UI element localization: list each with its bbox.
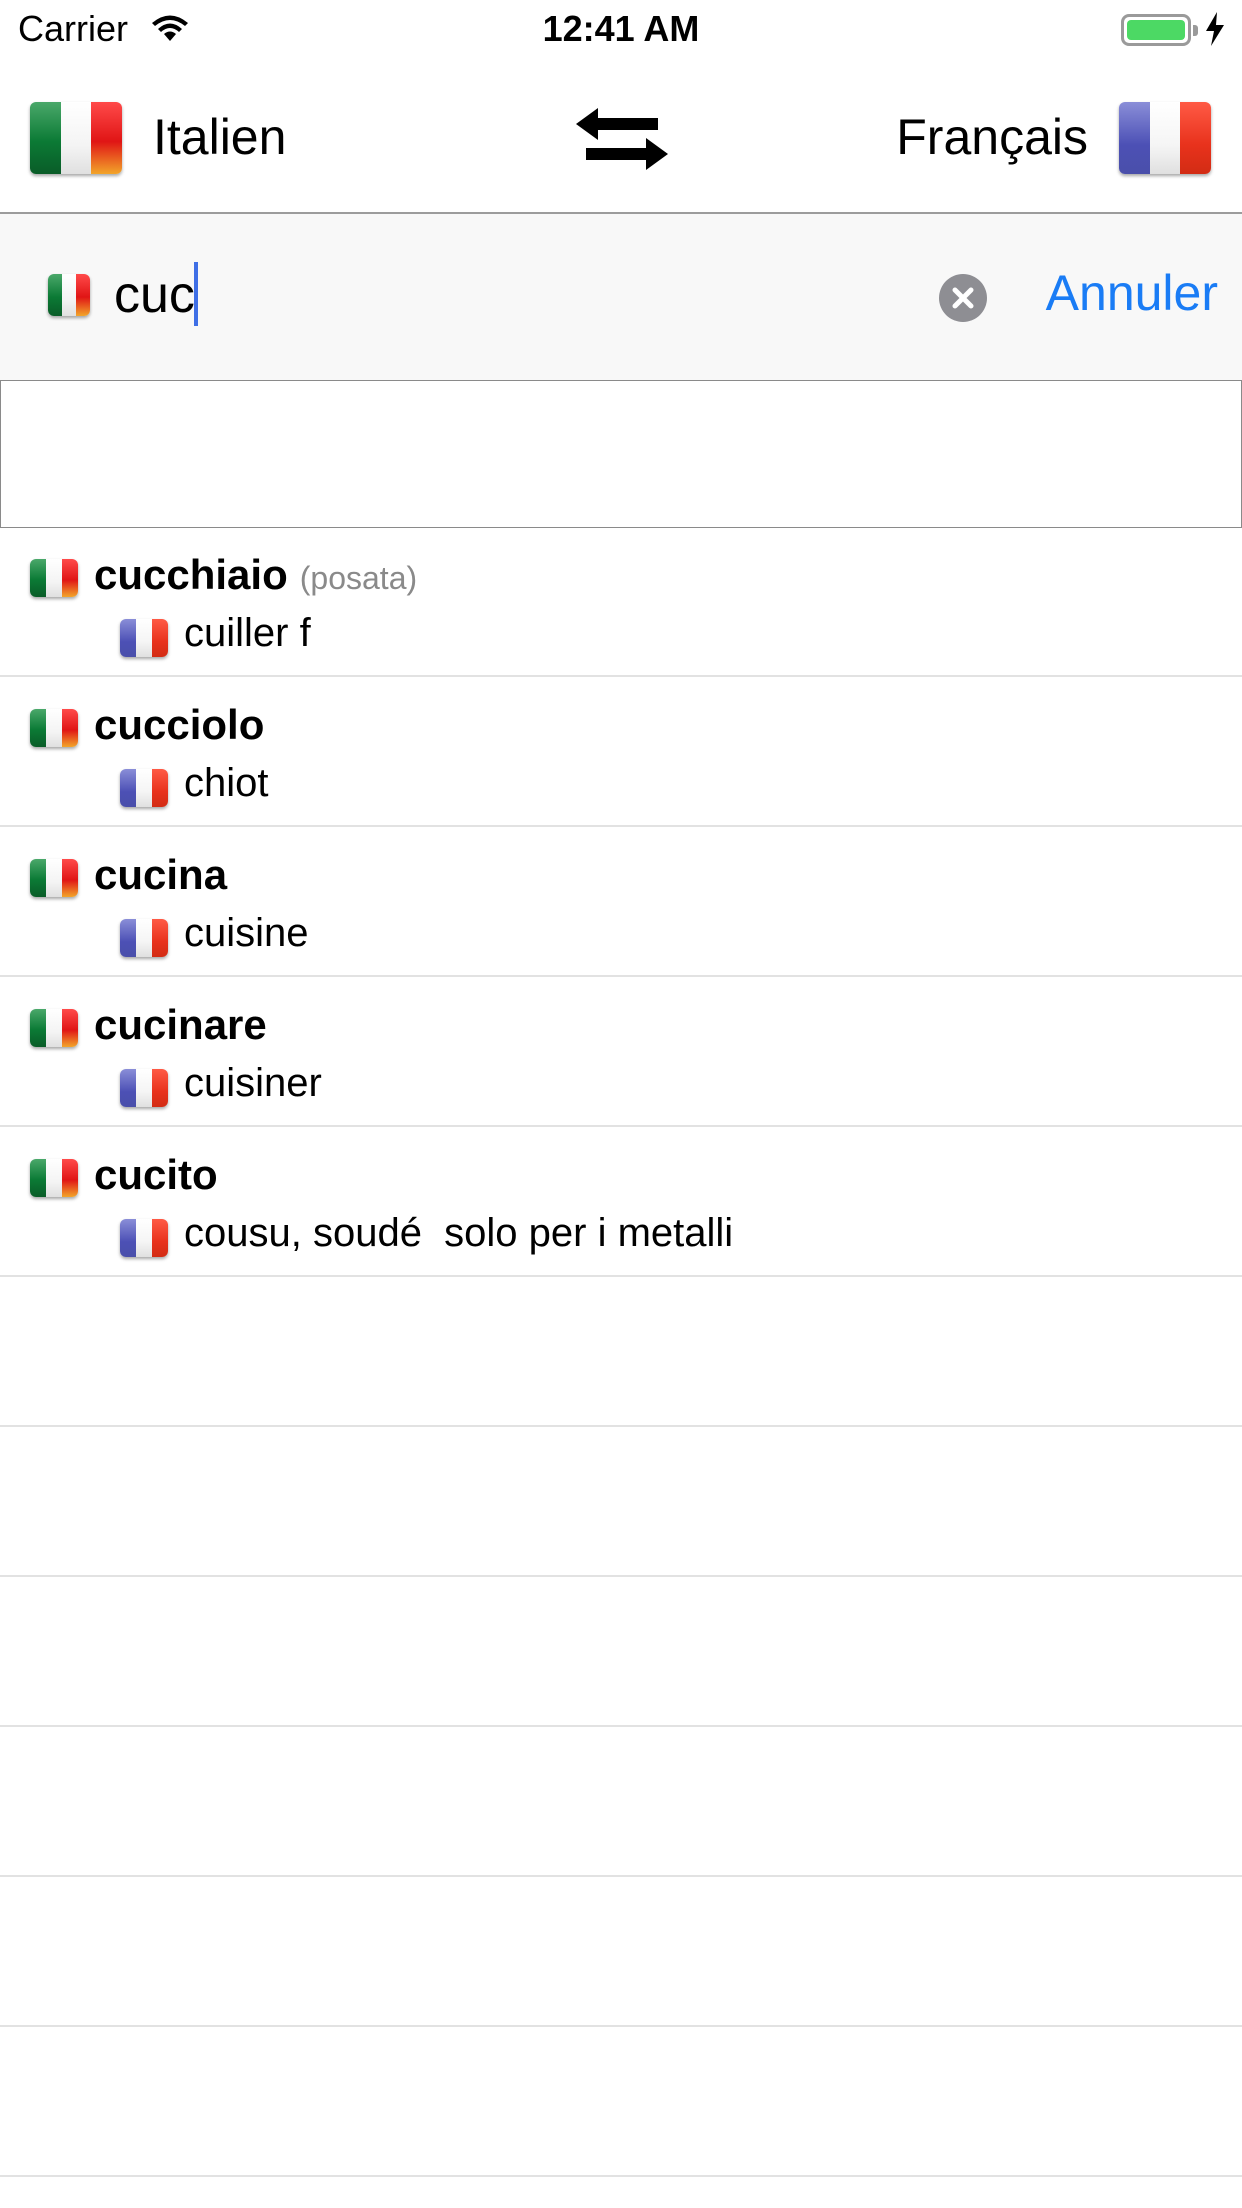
result-row[interactable]: cucciolo chiot [0,677,1242,827]
result-term: cucciolo [94,701,265,748]
target-language-label[interactable]: Français [896,108,1088,166]
result-translation: cuisine [184,911,309,955]
result-row[interactable]: cucchiaio (posata) cuiller f [0,527,1242,677]
empty-row [0,1727,1242,1877]
charging-bolt-icon [1204,12,1226,51]
french-flag-icon [120,769,168,807]
result-row[interactable]: cucina cuisine [0,827,1242,977]
swap-arrows-icon[interactable] [576,108,668,175]
clear-search-icon[interactable] [939,274,987,322]
status-bar: Carrier 12:41 AM [0,0,1242,60]
cancel-button[interactable]: Annuler [1046,264,1218,322]
french-flag-icon[interactable] [1119,102,1211,174]
italian-flag-icon [30,1159,78,1197]
italian-flag-icon [30,1009,78,1047]
result-qualifier: (posata) [299,560,418,596]
search-language-flag-icon [48,274,90,316]
italian-flag-icon [30,709,78,747]
text-cursor [194,262,198,326]
result-row[interactable]: cucito cousu, soudé solo per i metalli [0,1127,1242,1277]
french-flag-icon [120,619,168,657]
result-term: cucito [94,1151,218,1198]
search-input[interactable] [114,262,914,328]
clock: 12:41 AM [542,8,700,49]
result-row[interactable]: cucinare cuisiner [0,977,1242,1127]
italian-flag-icon [30,559,78,597]
empty-row [0,1577,1242,1727]
result-translation: cuisiner [184,1061,322,1105]
result-translation: cousu, soudé solo per i metalli [184,1211,734,1255]
empty-banner-area [0,380,1242,528]
source-language-label[interactable]: Italien [153,108,286,166]
result-term: cucinare [94,1001,267,1048]
french-flag-icon [120,919,168,957]
result-translation: cuiller f [184,611,311,655]
italian-flag-icon[interactable] [30,102,122,174]
empty-row [0,1277,1242,1427]
result-term: cucina [94,851,228,898]
french-flag-icon [120,1219,168,1257]
empty-row [0,1877,1242,2027]
result-term: cucchiaio (posata) [94,551,418,598]
italian-flag-icon [30,859,78,897]
empty-row [0,1427,1242,1577]
result-translation: chiot [184,761,269,805]
battery-icon [1121,14,1198,46]
french-flag-icon [120,1069,168,1107]
empty-row [0,2027,1242,2177]
